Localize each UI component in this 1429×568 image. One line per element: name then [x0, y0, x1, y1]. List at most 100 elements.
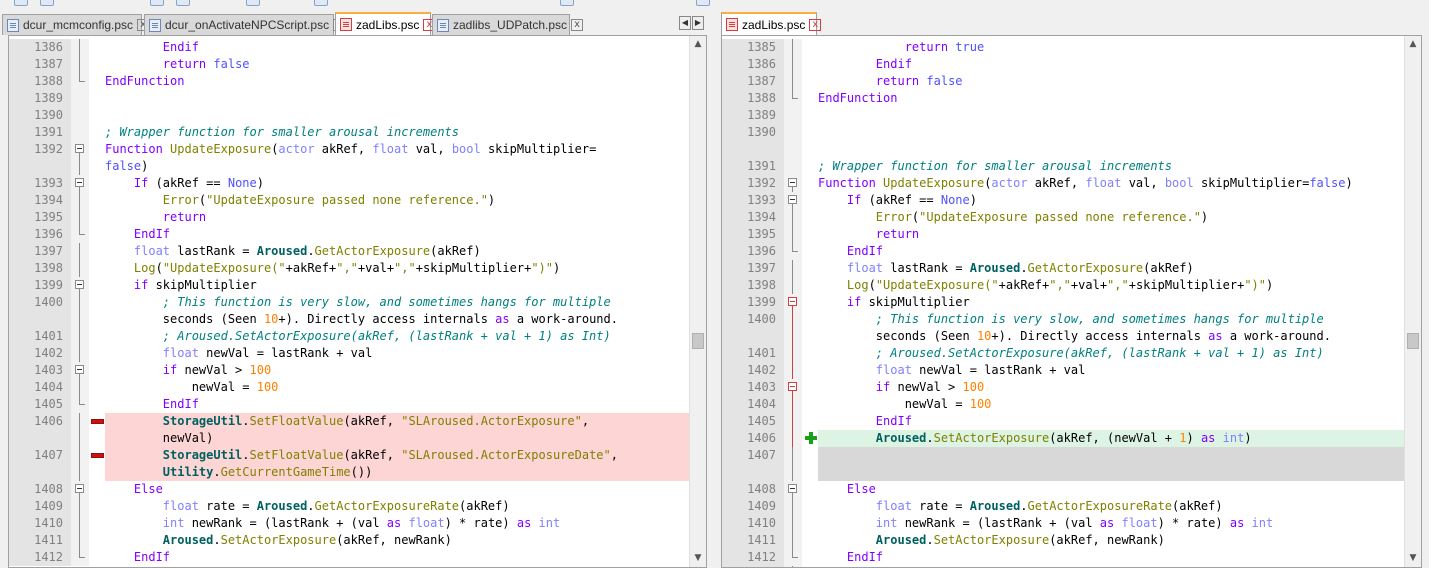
code-line[interactable]: seconds (Seen 10+). Directly access inte…: [9, 311, 706, 328]
code-text[interactable]: Error("UpdateExposure passed none refere…: [818, 209, 1421, 226]
code-line[interactable]: 1409 float rate = Aroused.GetActorExposu…: [722, 498, 1421, 515]
code-line[interactable]: 1407 StorageUtil.SetFloatValue(akRef, "S…: [9, 447, 706, 464]
code-line[interactable]: 1390: [9, 107, 706, 124]
code-text[interactable]: return: [105, 209, 706, 226]
code-text[interactable]: Log("UpdateExposure("+akRef+","+val+","+…: [818, 277, 1421, 294]
tab-scroll-left-button[interactable]: ◀: [679, 16, 691, 30]
code-line[interactable]: 1409 float rate = Aroused.GetActorExposu…: [9, 498, 706, 515]
code-line[interactable]: 1405 EndIf: [722, 413, 1421, 430]
code-line[interactable]: 1396 EndIf: [9, 226, 706, 243]
code-line[interactable]: 1410 int newRank = (lastRank + (val as f…: [722, 515, 1421, 532]
code-text[interactable]: StorageUtil.SetFloatValue(akRef, "SLArou…: [105, 447, 706, 464]
code-text[interactable]: return false: [818, 73, 1421, 90]
code-line[interactable]: 1385 return true: [722, 39, 1421, 56]
code-line[interactable]: 1394 Error("UpdateExposure passed none r…: [722, 209, 1421, 226]
tab-dcur-onactivatenpcscript-psc[interactable]: dcur_onActivateNPCScript.pscx: [144, 14, 346, 35]
toolbar-button[interactable]: [314, 0, 328, 6]
toolbar-button[interactable]: [14, 0, 28, 6]
code-line[interactable]: 1401 ; Aroused.SetActorExposure(akRef, (…: [722, 345, 1421, 362]
code-line[interactable]: 1387 return false: [722, 73, 1421, 90]
code-text[interactable]: ; Wrapper function for smaller arousal i…: [818, 158, 1421, 175]
toolbar-button[interactable]: [246, 0, 260, 6]
code-text[interactable]: Function UpdateExposure(actor akRef, flo…: [818, 175, 1421, 192]
code-text[interactable]: int newRank = (lastRank + (val as float)…: [105, 515, 706, 532]
code-text[interactable]: seconds (Seen 10+). Directly access inte…: [105, 311, 706, 328]
code-line[interactable]: 1412 EndIf: [9, 549, 706, 566]
tab-close-icon[interactable]: x: [571, 19, 584, 31]
code-text[interactable]: [105, 90, 706, 107]
code-text[interactable]: Function UpdateExposure(actor akRef, flo…: [105, 141, 706, 158]
code-text[interactable]: EndIf: [818, 549, 1421, 566]
code-text[interactable]: Else: [105, 481, 706, 498]
left-scroll-thumb[interactable]: [692, 333, 704, 350]
code-line[interactable]: 1394 Error("UpdateExposure passed none r…: [9, 192, 706, 209]
code-text[interactable]: Utility.GetCurrentGameTime()): [105, 464, 706, 481]
code-text[interactable]: Endif: [818, 56, 1421, 73]
code-text[interactable]: if skipMultiplier: [818, 294, 1421, 311]
code-line[interactable]: 1393 If (akRef == None): [722, 192, 1421, 209]
right-scroll-thumb[interactable]: [1407, 333, 1419, 350]
code-text[interactable]: float newVal = lastRank + val: [105, 345, 706, 362]
code-text[interactable]: float lastRank = Aroused.GetActorExposur…: [818, 260, 1421, 277]
code-text[interactable]: if newVal > 100: [818, 379, 1421, 396]
code-text[interactable]: float rate = Aroused.GetActorExposureRat…: [105, 498, 706, 515]
code-text[interactable]: Endif: [105, 39, 706, 56]
code-text[interactable]: If (akRef == None): [105, 175, 706, 192]
fold-toggle-icon[interactable]: [75, 280, 84, 289]
code-line[interactable]: 1386 Endif: [722, 56, 1421, 73]
code-text[interactable]: newVal): [105, 430, 706, 447]
fold-toggle-icon[interactable]: [75, 178, 84, 187]
code-line[interactable]: 1407: [722, 447, 1421, 464]
left-vertical-scrollbar[interactable]: ▲ ▼: [689, 36, 706, 567]
code-text[interactable]: If (akRef == None): [818, 192, 1421, 209]
toolbar-button[interactable]: [560, 0, 574, 6]
code-text[interactable]: [818, 107, 1421, 124]
code-line[interactable]: 1408 Else: [722, 481, 1421, 498]
code-line[interactable]: 1399 if skipMultiplier: [9, 277, 706, 294]
code-line[interactable]: 1392 Function UpdateExposure(actor akRef,…: [9, 141, 706, 158]
code-line[interactable]: 1391 ; Wrapper function for smaller arous…: [9, 124, 706, 141]
code-text[interactable]: return true: [818, 39, 1421, 56]
code-line[interactable]: false): [9, 158, 706, 175]
code-text[interactable]: Aroused.SetActorExposure(akRef, newRank): [818, 532, 1421, 549]
pane-splitter[interactable]: [707, 12, 721, 568]
code-text[interactable]: EndIf: [105, 226, 706, 243]
code-text[interactable]: Else: [818, 481, 1421, 498]
code-line[interactable]: 1400 ; This function is very slow, and s…: [722, 311, 1421, 328]
code-text[interactable]: int newRank = (lastRank + (val as float)…: [818, 515, 1421, 532]
code-line[interactable]: 1406 Aroused.SetActorExposure(akRef, (ne…: [722, 430, 1421, 447]
code-line[interactable]: 1408 Else: [9, 481, 706, 498]
code-line[interactable]: 1388 EndFunction: [722, 90, 1421, 107]
code-text[interactable]: EndIf: [818, 243, 1421, 260]
code-line[interactable]: 1386 Endif: [9, 39, 706, 56]
code-line[interactable]: 1398 Log("UpdateExposure("+akRef+","+val…: [722, 277, 1421, 294]
code-text[interactable]: EndFunction: [818, 90, 1421, 107]
fold-toggle-icon[interactable]: [75, 484, 84, 493]
code-line[interactable]: 1412 EndIf: [722, 549, 1421, 566]
scroll-up-arrow-icon[interactable]: ▲: [1405, 36, 1421, 53]
code-line[interactable]: newVal): [9, 430, 706, 447]
code-text[interactable]: seconds (Seen 10+). Directly access inte…: [818, 328, 1421, 345]
code-line[interactable]: 1410 int newRank = (lastRank + (val as f…: [9, 515, 706, 532]
tab-zadlibs-psc[interactable]: zadLibs.psc x: [721, 12, 822, 35]
code-text[interactable]: ; Aroused.SetActorExposure(akRef, (lastR…: [818, 345, 1421, 362]
scroll-up-arrow-icon[interactable]: ▲: [690, 36, 706, 53]
code-line[interactable]: 1404 newVal = 100: [722, 396, 1421, 413]
code-line[interactable]: 1389: [9, 90, 706, 107]
code-text[interactable]: ; Aroused.SetActorExposure(akRef, (lastR…: [105, 328, 706, 345]
code-line[interactable]: 1391 ; Wrapper function for smaller arous…: [722, 158, 1421, 175]
code-line[interactable]: 1396 EndIf: [722, 243, 1421, 260]
scroll-down-arrow-icon[interactable]: ▼: [690, 550, 706, 567]
code-text[interactable]: StorageUtil.SetFloatValue(akRef, "SLArou…: [105, 413, 706, 430]
toolbar-button[interactable]: [150, 0, 164, 6]
toolbar-button[interactable]: [176, 0, 190, 6]
code-text[interactable]: EndFunction: [105, 73, 706, 90]
code-text[interactable]: ; This function is very slow, and someti…: [818, 311, 1421, 328]
code-line[interactable]: [722, 464, 1421, 481]
fold-toggle-icon[interactable]: [788, 382, 797, 391]
code-text[interactable]: [105, 107, 706, 124]
code-line[interactable]: 1397 float lastRank = Aroused.GetActorEx…: [722, 260, 1421, 277]
code-line[interactable]: [722, 141, 1421, 158]
fold-toggle-icon[interactable]: [788, 484, 797, 493]
code-line[interactable]: 1387 return false: [9, 56, 706, 73]
